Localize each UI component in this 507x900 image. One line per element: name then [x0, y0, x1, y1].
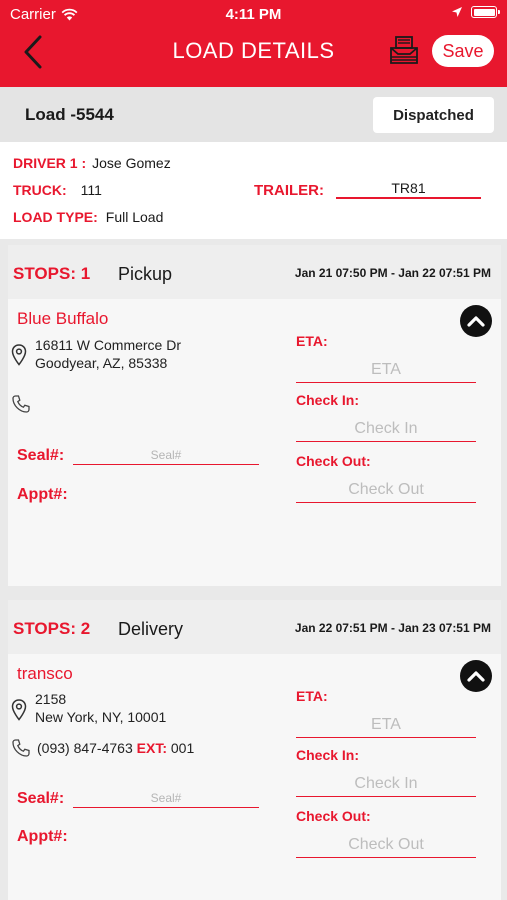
ext-value: 001 — [170, 740, 195, 756]
stop-phone[interactable]: (093) 847-4763 EXT: 001 — [37, 740, 194, 756]
check-out-label: Check Out: — [296, 453, 371, 469]
battery-icon — [471, 6, 500, 18]
eta-label: ETA: — [296, 688, 328, 704]
seal-label: Seal#: — [17, 790, 65, 807]
status-right — [451, 6, 500, 18]
collapse-button[interactable] — [460, 305, 492, 337]
location-arrow-icon — [452, 7, 462, 17]
check-in-input[interactable] — [296, 771, 476, 797]
load-id: Load -5544 — [25, 105, 114, 124]
stop-card: STOPS: 2 Delivery Jan 22 07:51 PM - Jan … — [8, 600, 501, 900]
appt-label: Appt#: — [17, 828, 68, 845]
check-out-input[interactable] — [296, 477, 476, 503]
trailer-row: TRAILER: — [254, 182, 324, 199]
chevron-up-icon — [467, 316, 485, 327]
stop-type: Pickup — [118, 264, 173, 284]
load-status-button[interactable]: Dispatched — [373, 97, 494, 133]
map-pin-icon — [11, 344, 27, 366]
truck-value: 111 — [80, 182, 102, 198]
check-in-label: Check In: — [296, 392, 360, 408]
check-in-label: Check In: — [296, 747, 360, 763]
check-out-label: Check Out: — [296, 808, 371, 824]
tray-icon — [390, 36, 418, 64]
phone-number: (093) 847-4763 — [37, 740, 133, 756]
collapse-button[interactable] — [460, 660, 492, 692]
check-out-input[interactable] — [296, 832, 476, 858]
stop-address: 2158 New York, NY, 10001 — [35, 690, 166, 726]
eta-input[interactable] — [296, 357, 476, 383]
stop-name: transco — [17, 664, 73, 683]
load-bar: Load -5544 Dispatched — [0, 87, 507, 142]
load-type-label: LOAD TYPE: — [13, 209, 98, 225]
trailer-label: TRAILER: — [254, 182, 324, 199]
check-in-input[interactable] — [296, 416, 476, 442]
load-type-value: Full Load — [105, 209, 164, 225]
app-header: Carrier 4:11 PM LOAD DETAILS Save — [0, 0, 507, 87]
status-bar: Carrier 4:11 PM — [0, 0, 507, 28]
address-line-2: New York, NY, 10001 — [35, 709, 167, 725]
stop-header[interactable]: STOPS: 1 Pickup Jan 21 07:50 PM - Jan 22… — [8, 245, 501, 299]
address-line-2: Goodyear, AZ, 85338 — [35, 355, 168, 371]
phone-icon[interactable] — [11, 394, 31, 414]
seal-input[interactable] — [73, 788, 259, 808]
driver-value: Jose Gomez — [92, 155, 171, 171]
driver-row: DRIVER 1 : Jose Gomez — [13, 155, 171, 171]
trailer-field[interactable]: TR81 — [336, 180, 481, 196]
stop-time-range: Jan 22 07:51 PM - Jan 23 07:51 PM — [294, 621, 491, 635]
stop-time-range: Jan 21 07:50 PM - Jan 22 07:51 PM — [294, 266, 491, 280]
tray-button[interactable] — [388, 34, 420, 66]
stop-name: Blue Buffalo — [17, 309, 109, 328]
seal-input[interactable] — [73, 445, 259, 465]
driver-info-panel: DRIVER 1 : Jose Gomez TRUCK: 111 TRAILER… — [0, 142, 507, 239]
address-line-1: 16811 W Commerce Dr — [35, 337, 182, 353]
driver-label: DRIVER 1 : — [13, 155, 87, 171]
chevron-up-icon — [467, 671, 485, 682]
eta-label: ETA: — [296, 333, 328, 349]
truck-row: TRUCK: 111 — [13, 182, 102, 198]
save-button[interactable]: Save — [432, 35, 494, 67]
eta-input[interactable] — [296, 712, 476, 738]
trailer-underline — [336, 197, 481, 199]
page-title: LOAD DETAILS — [172, 38, 335, 63]
appt-label: Appt#: — [17, 486, 68, 503]
truck-label: TRUCK: — [13, 182, 67, 198]
stop-header[interactable]: STOPS: 2 Delivery Jan 22 07:51 PM - Jan … — [8, 600, 501, 654]
ext-label: EXT: — [136, 740, 167, 756]
phone-icon[interactable] — [11, 738, 31, 758]
load-type-row: LOAD TYPE: Full Load — [13, 209, 163, 225]
map-pin-icon — [11, 699, 27, 721]
stop-number: STOPS: 1 — [13, 264, 91, 283]
stop-type: Delivery — [118, 619, 184, 639]
stop-number: STOPS: 2 — [13, 619, 91, 638]
status-time: 4:11 PM — [225, 6, 282, 23]
stop-address: 16811 W Commerce Dr Goodyear, AZ, 85338 — [35, 336, 181, 372]
seal-label: Seal#: — [17, 447, 65, 464]
address-line-1: 2158 — [35, 691, 67, 707]
stop-card: STOPS: 1 Pickup Jan 21 07:50 PM - Jan 22… — [8, 245, 501, 586]
